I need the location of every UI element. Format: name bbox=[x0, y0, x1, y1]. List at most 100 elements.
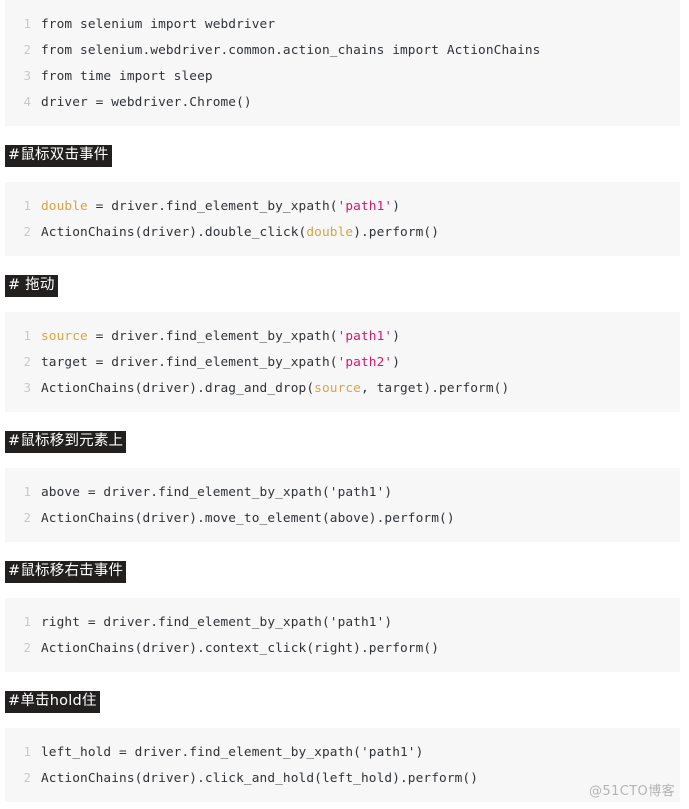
code-block-click-and-hold[interactable]: 1 left_hold = driver.find_element_by_xpat… bbox=[5, 728, 680, 802]
code-line-text: right = driver.find_element_by_xpath('pa… bbox=[41, 610, 392, 636]
heading-spacer bbox=[0, 305, 689, 312]
code-line: 2 target = driver.find_element_by_xpath('… bbox=[5, 349, 680, 375]
code-token-variable: double bbox=[306, 225, 354, 240]
code-token-plain: ) bbox=[392, 199, 401, 214]
heading-spacer bbox=[0, 175, 689, 182]
code-line-text: ActionChains(driver).move_to_element(abo… bbox=[41, 506, 455, 532]
code-token-plain: target = driver.find_element_by_xpath( bbox=[41, 355, 338, 370]
code-line: 2 ActionChains(driver).move_to_element(ab… bbox=[5, 505, 680, 531]
heading-spacer bbox=[0, 591, 689, 598]
code-token-plain: = driver.find_element_by_xpath( bbox=[87, 199, 338, 214]
line-number: 1 bbox=[23, 744, 31, 759]
code-token-plain: left_hold = driver.find_element_by_xpath… bbox=[41, 745, 424, 760]
line-number: 3 bbox=[23, 380, 31, 395]
section-heading-double-click: #鼠标双击事件 bbox=[0, 137, 689, 175]
code-block-right-click[interactable]: 1 right = driver.find_element_by_xpath('p… bbox=[5, 598, 680, 672]
code-line-text: ActionChains(driver).double_click(double… bbox=[41, 220, 439, 246]
code-token-plain: ) bbox=[392, 329, 401, 344]
code-line: 1 from selenium import webdriver bbox=[5, 11, 680, 37]
code-token-plain: = driver.find_element_by_xpath( bbox=[87, 329, 338, 344]
code-line: 3 from time import sleep bbox=[5, 63, 680, 89]
code-line-text: source = driver.find_element_by_xpath('p… bbox=[41, 324, 400, 350]
code-token-plain: ) bbox=[392, 355, 401, 370]
line-number: 1 bbox=[23, 328, 31, 343]
section-heading-label[interactable]: #单击hold住 bbox=[5, 691, 100, 713]
code-line: 1 above = driver.find_element_by_xpath('p… bbox=[5, 479, 680, 505]
section-heading-click-and-hold: #单击hold住 bbox=[0, 683, 689, 721]
code-line-text: ActionChains(driver).context_click(right… bbox=[41, 636, 439, 662]
code-token-plain: driver = webdriver.Chrome() bbox=[41, 95, 252, 110]
line-number: 1 bbox=[23, 198, 31, 213]
line-number: 2 bbox=[23, 510, 31, 525]
code-line-text: target = driver.find_element_by_xpath('p… bbox=[41, 350, 400, 376]
code-token-plain: right = driver.find_element_by_xpath('pa… bbox=[41, 615, 393, 630]
line-number: 2 bbox=[23, 354, 31, 369]
section-heading-drag: # 拖动 bbox=[0, 267, 689, 305]
code-block-double-click[interactable]: 1 double = driver.find_element_by_xpath('… bbox=[5, 182, 680, 256]
section-heading-move-to-element: #鼠标移到元素上 bbox=[0, 423, 689, 461]
code-line: 1 source = driver.find_element_by_xpath('… bbox=[5, 323, 680, 349]
code-line: 3 ActionChains(driver).drag_and_drop(sour… bbox=[5, 375, 680, 401]
code-token-plain: from selenium import webdriver bbox=[41, 17, 276, 32]
code-line: 1 left_hold = driver.find_element_by_xpat… bbox=[5, 739, 680, 765]
heading-spacer bbox=[0, 721, 689, 728]
code-line-text: above = driver.find_element_by_xpath('pa… bbox=[41, 480, 392, 506]
site-watermark: @51CTO博客 bbox=[589, 784, 675, 799]
line-number: 4 bbox=[23, 94, 31, 109]
code-block-move-to-element[interactable]: 1 above = driver.find_element_by_xpath('p… bbox=[5, 468, 680, 542]
section-heading-label[interactable]: #鼠标移右击事件 bbox=[5, 561, 127, 583]
code-line: 2 ActionChains(driver).context_click(righ… bbox=[5, 635, 680, 661]
heading-spacer bbox=[0, 461, 689, 468]
line-number: 3 bbox=[23, 68, 31, 83]
section-heading-label[interactable]: # 拖动 bbox=[5, 275, 58, 297]
code-token-plain: , target).perform() bbox=[360, 381, 510, 396]
code-token-plain: ActionChains(driver).move_to_element(abo… bbox=[41, 511, 455, 526]
code-block-drag[interactable]: 1 source = driver.find_element_by_xpath('… bbox=[5, 312, 680, 412]
code-line: 4 driver = webdriver.Chrome() bbox=[5, 89, 680, 115]
code-line-text: driver = webdriver.Chrome() bbox=[41, 90, 252, 116]
code-token-plain: ).perform() bbox=[353, 225, 440, 240]
code-line-text: from time import sleep bbox=[41, 64, 213, 90]
code-line: 2 ActionChains(driver).double_click(doubl… bbox=[5, 219, 680, 245]
code-line-text: ActionChains(driver).click_and_hold(left… bbox=[41, 766, 478, 792]
line-number: 2 bbox=[23, 42, 31, 57]
code-token-string: 'path1' bbox=[337, 329, 393, 344]
code-token-variable: double bbox=[41, 199, 88, 214]
line-number: 1 bbox=[23, 614, 31, 629]
sections-container: 1 from selenium import webdriver 2 from sel… bbox=[0, 0, 689, 802]
line-number: 2 bbox=[23, 640, 31, 655]
code-line-text: from selenium import webdriver bbox=[41, 12, 275, 38]
code-token-plain: ActionChains(driver).drag_and_drop( bbox=[41, 381, 315, 396]
code-line-text: from selenium.webdriver.common.action_ch… bbox=[41, 38, 540, 64]
code-token-plain: from selenium.webdriver.common.action_ch… bbox=[41, 43, 541, 58]
section-heading-label[interactable]: #鼠标双击事件 bbox=[5, 145, 112, 167]
code-article-page: 1 from selenium import webdriver 2 from sel… bbox=[0, 0, 689, 809]
code-token-variable: source bbox=[41, 329, 88, 344]
code-token-plain: above = driver.find_element_by_xpath('pa… bbox=[41, 485, 393, 500]
code-token-variable: source bbox=[314, 381, 361, 396]
code-token-string: 'path1' bbox=[337, 199, 393, 214]
section-heading-label[interactable]: #鼠标移到元素上 bbox=[5, 431, 127, 453]
code-line: 1 right = driver.find_element_by_xpath('p… bbox=[5, 609, 680, 635]
line-number: 2 bbox=[23, 770, 31, 785]
code-token-plain: ActionChains(driver).double_click( bbox=[41, 225, 307, 240]
code-line: 1 double = driver.find_element_by_xpath('… bbox=[5, 193, 680, 219]
code-token-plain: ActionChains(driver).click_and_hold(left… bbox=[41, 771, 479, 786]
line-number: 2 bbox=[23, 224, 31, 239]
code-line: 2 from selenium.webdriver.common.action_c… bbox=[5, 37, 680, 63]
code-token-string: 'path2' bbox=[337, 355, 393, 370]
line-number: 1 bbox=[23, 16, 31, 31]
code-token-plain: from time import sleep bbox=[41, 69, 213, 84]
code-line-text: double = driver.find_element_by_xpath('p… bbox=[41, 194, 400, 220]
code-line: 2 ActionChains(driver).click_and_hold(lef… bbox=[5, 765, 680, 791]
code-block-imports[interactable]: 1 from selenium import webdriver 2 from sel… bbox=[5, 0, 680, 126]
line-number: 1 bbox=[23, 484, 31, 499]
section-heading-right-click: #鼠标移右击事件 bbox=[0, 553, 689, 591]
code-token-plain: ActionChains(driver).context_click(right… bbox=[41, 641, 440, 656]
code-line-text: ActionChains(driver).drag_and_drop(sourc… bbox=[41, 376, 509, 402]
